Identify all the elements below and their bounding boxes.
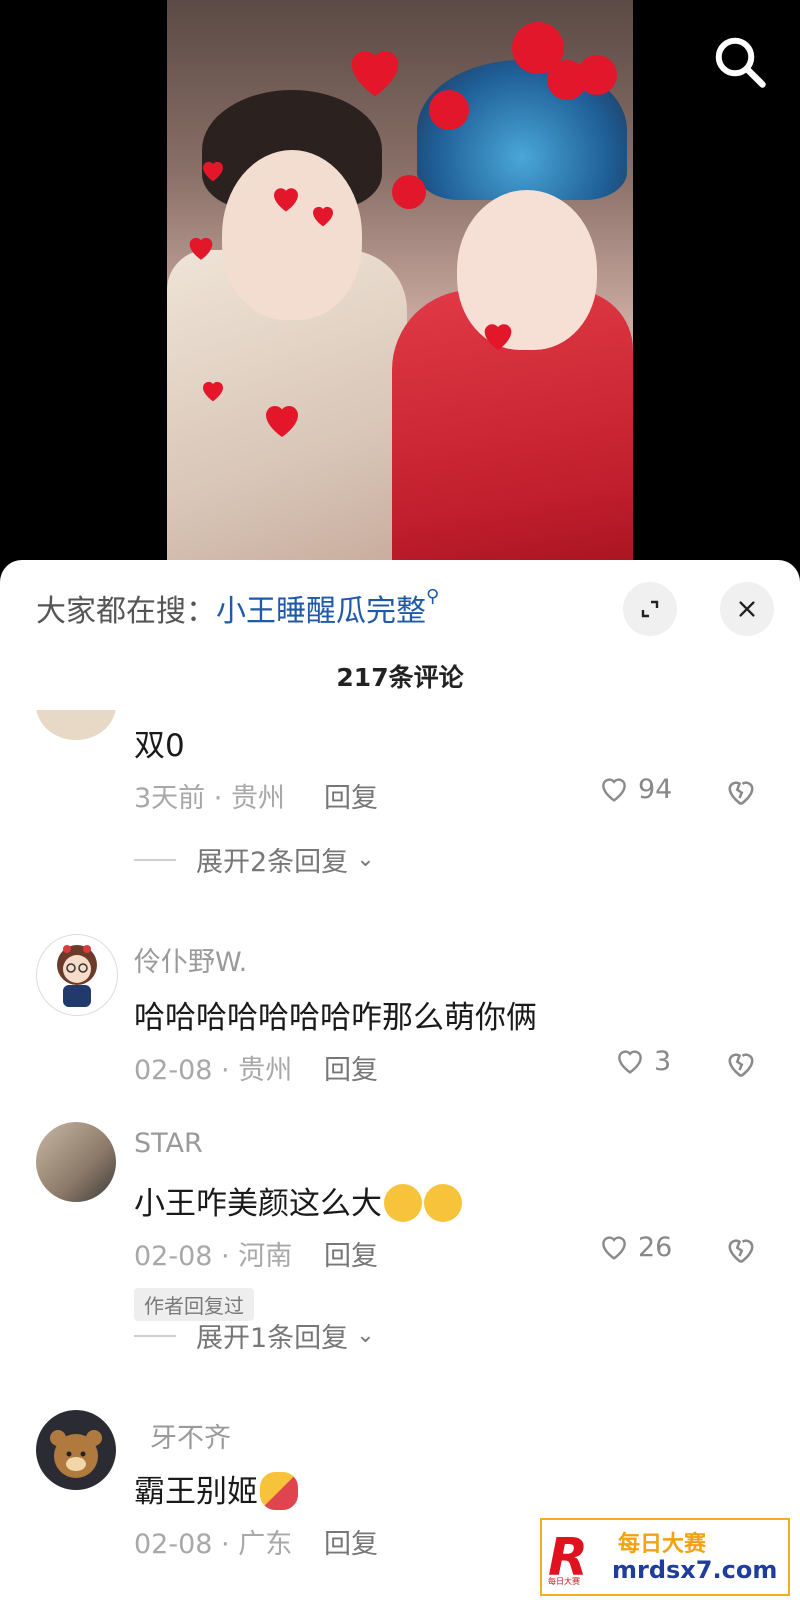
site-watermark: R 每日大赛 mrdsx7.com 每日大赛 (540, 1518, 790, 1596)
comment-location: 贵州 (238, 1055, 293, 1086)
heart-sticker-icon (274, 188, 298, 212)
comment-meta: 02-08 · 广东 (134, 1529, 293, 1560)
heart-outline-icon (602, 778, 626, 802)
divider-line (134, 858, 176, 861)
like-button[interactable]: 94 (596, 772, 672, 806)
comment-meta: 02-08 · 河南 (134, 1241, 293, 1272)
heart-sticker-icon (351, 51, 399, 97)
dislike-broken-heart-icon[interactable] (722, 1232, 760, 1268)
comment-location: 广东 (238, 1529, 293, 1560)
hot-search-keyword[interactable]: 小王睡醒瓜完整 (216, 594, 426, 629)
crying-emoji-icon (424, 1184, 462, 1222)
hug-emoji-icon (260, 1472, 298, 1510)
heart-sticker-icon (313, 206, 333, 227)
like-button[interactable]: 3 (612, 1044, 671, 1078)
comment-meta: 02-08 · 贵州 (134, 1055, 293, 1086)
like-count: 3 (654, 1045, 672, 1077)
crying-emoji-icon (384, 1184, 422, 1222)
reply-button[interactable]: 回复 (324, 1048, 378, 1087)
like-count: 94 (638, 773, 673, 805)
comment-username[interactable]: 伶仆野W. (134, 940, 247, 979)
comment-time: 02-08 (134, 1529, 213, 1560)
comment-text: 哈哈哈哈哈哈哈咋那么萌你俩 (134, 1000, 537, 1036)
close-icon (739, 601, 755, 617)
comment-username[interactable]: STAR (134, 1128, 203, 1159)
reply-button[interactable]: 回复 (324, 1234, 378, 1273)
heart-sticker-icon (203, 161, 223, 182)
comments-panel: 大家都在搜：小王睡醒瓜完整⚲ 217条评论 双0 3天前 · 贵州 回复 94 … (0, 560, 800, 1603)
expand-icon (641, 600, 659, 618)
video-player[interactable] (0, 0, 800, 580)
comment-text-body: 小王咋美颜这么大 (134, 1186, 382, 1222)
search-small-icon: ⚲ (426, 586, 440, 607)
chevron-down-icon: ⌄ (356, 1323, 375, 1348)
heart-outline-icon (618, 1050, 642, 1074)
hot-search-bar[interactable]: 大家都在搜：小王睡醒瓜完整⚲ (36, 586, 439, 630)
comment-time: 02-08 (134, 1055, 213, 1086)
avatar[interactable] (36, 934, 118, 1016)
search-icon[interactable] (710, 32, 770, 92)
heart-sticker-icon (266, 406, 298, 437)
dislike-broken-heart-icon[interactable] (722, 774, 760, 810)
expand-panel-button[interactable] (623, 582, 677, 636)
pompom-decoration (392, 175, 426, 209)
comment-meta: 3天前 · 贵州 (134, 783, 285, 814)
divider-line (134, 1334, 176, 1337)
comment-text: 双0 (134, 728, 185, 764)
comment-text: 霸王别姬 (134, 1466, 298, 1511)
comment-time: 3天前 (134, 783, 206, 814)
like-button[interactable]: 26 (596, 1230, 672, 1264)
watermark-url: mrdsx7.com (612, 1556, 778, 1584)
video-frame[interactable] (167, 0, 633, 580)
close-panel-button[interactable] (720, 582, 774, 636)
comment-text-body: 霸王别姬 (134, 1474, 258, 1510)
heart-outline-icon (602, 1236, 626, 1260)
comment-location: 贵州 (230, 783, 285, 814)
reply-button[interactable]: 回复 (324, 1522, 378, 1561)
expand-replies-button[interactable]: 展开2条回复 ⌄ (134, 840, 375, 879)
heart-sticker-icon (203, 381, 223, 402)
pompom-decoration (429, 90, 469, 130)
comment-location: 河南 (238, 1241, 293, 1272)
like-count: 26 (638, 1231, 673, 1263)
comment-text: 小王咋美颜这么大 (134, 1178, 462, 1223)
expand-replies-label: 展开1条回复 (196, 1323, 349, 1354)
watermark-sub: 每日大赛 (548, 1577, 580, 1586)
dislike-broken-heart-icon[interactable] (722, 1046, 760, 1082)
comment-time: 02-08 (134, 1241, 213, 1272)
expand-replies-button[interactable]: 展开1条回复 ⌄ (134, 1316, 375, 1355)
comment-username[interactable]: 牙不齐 (150, 1416, 231, 1455)
hot-search-prefix: 大家都在搜： (36, 594, 216, 629)
watermark-title: 每日大赛 (618, 1532, 707, 1557)
avatar-bear-illustration (50, 1430, 102, 1478)
avatar[interactable] (36, 1122, 116, 1202)
pompom-decoration (577, 55, 617, 95)
expand-replies-label: 展开2条回复 (196, 847, 349, 878)
reply-button[interactable]: 回复 (324, 776, 378, 815)
avatar[interactable] (36, 1410, 116, 1490)
chevron-down-icon: ⌄ (356, 847, 375, 872)
avatar-illustration (57, 945, 97, 1007)
heart-sticker-icon (189, 237, 213, 260)
heart-sticker-icon (484, 324, 512, 350)
person-left-face (222, 150, 362, 320)
comments-count: 217条评论 (336, 663, 464, 692)
